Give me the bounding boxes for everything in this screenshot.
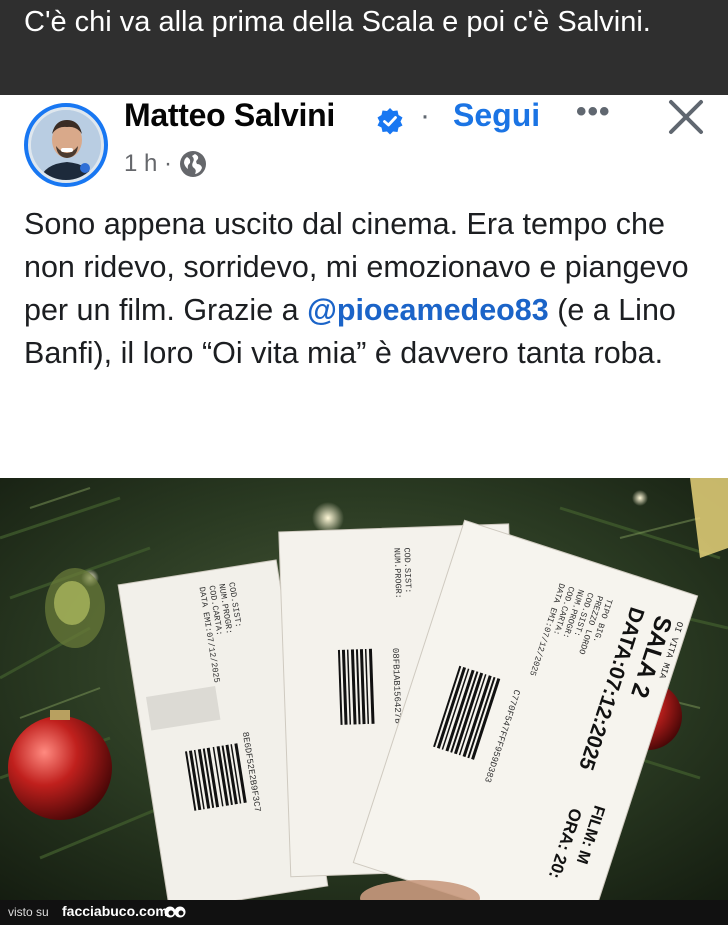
site-name[interactable]: facciabuco.com (62, 903, 168, 919)
globe-icon (180, 151, 207, 177)
avatar[interactable] (24, 103, 108, 187)
visto-su-label: visto su (8, 905, 49, 919)
author-name[interactable]: Matteo Salvini (124, 97, 335, 134)
more-options-button[interactable]: ••• (576, 95, 611, 129)
mention-link[interactable]: @pioeamedeo83 (307, 293, 549, 327)
separator-dot: · (420, 99, 430, 132)
post-photo[interactable]: COD.SIST: NUM.PROGR: COD.CARTA: DATA EMI… (0, 478, 728, 900)
post-meta: 1 h · (124, 149, 208, 179)
meme-caption: C'è chi va alla prima della Scala e poi … (0, 0, 728, 95)
profile-photo (31, 110, 101, 180)
verified-badge-icon (377, 108, 403, 135)
close-icon[interactable] (664, 95, 708, 139)
follow-button[interactable]: Segui (453, 97, 540, 134)
facebook-post: Matteo Salvini · Segui ••• 1 h · Sono ap… (0, 95, 728, 478)
meme-caption-text: C'è chi va alla prima della Scala e poi … (24, 6, 651, 38)
post-time[interactable]: 1 h · (124, 150, 172, 178)
tickets-photo: COD.SIST: NUM.PROGR: COD.CARTA: DATA EMI… (0, 478, 728, 900)
watermark-footer: visto su facciabuco.com (0, 900, 728, 925)
ticket2-num-progr: NUM.PROGR: (391, 548, 403, 599)
post-body: Sono appena uscito dal cinema. Era tempo… (24, 203, 714, 375)
eyes-logo-icon (164, 906, 186, 918)
